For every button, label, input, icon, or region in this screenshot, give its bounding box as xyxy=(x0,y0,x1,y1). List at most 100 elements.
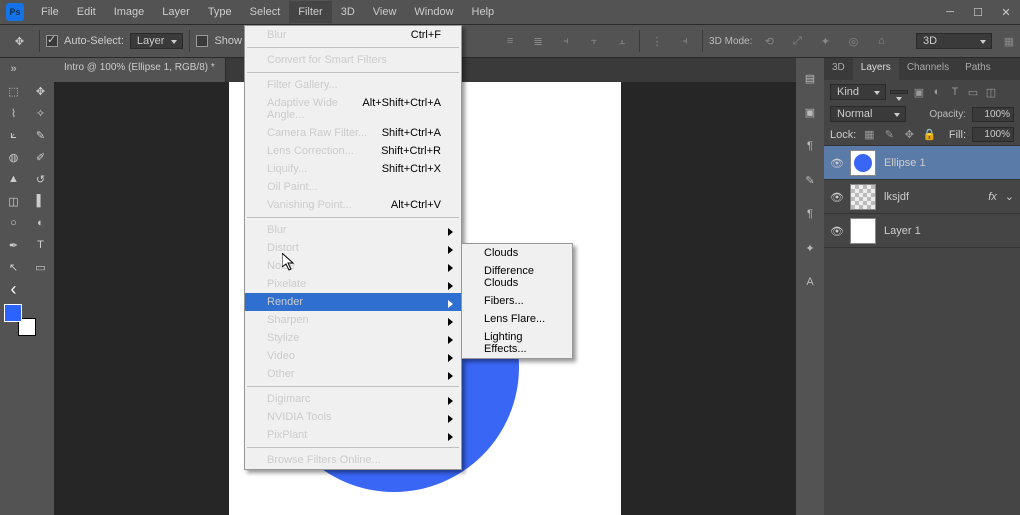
menu-item[interactable]: Camera Raw Filter...Shift+Ctrl+A xyxy=(245,124,461,142)
menu-item[interactable]: Stylize xyxy=(245,329,461,347)
brush-tool[interactable]: ✐ xyxy=(27,146,54,168)
layer-row[interactable]: 👁lksjdffx ⌄ xyxy=(824,180,1020,214)
blur-tool[interactable]: ○ xyxy=(0,212,27,234)
auto-select-checkbox[interactable] xyxy=(46,35,58,47)
pen-tool[interactable]: ✒ xyxy=(0,234,27,256)
eyedropper-tool[interactable]: ✎ xyxy=(27,124,54,146)
kind-dropdown-icon[interactable] xyxy=(890,90,908,94)
align-icon[interactable]: ≣ xyxy=(527,30,549,52)
align-icon[interactable]: ≡ xyxy=(499,30,521,52)
eraser-tool[interactable]: ◫ xyxy=(0,190,27,212)
menu-item[interactable]: Digimarc xyxy=(245,390,461,408)
close-button[interactable]: ✕ xyxy=(992,3,1020,21)
settings-icon[interactable]: ✦ xyxy=(800,238,820,258)
menu-image[interactable]: Image xyxy=(105,1,154,23)
heal-tool[interactable]: ◍ xyxy=(0,146,27,168)
adjust-filter-icon[interactable]: ◐ xyxy=(930,85,944,99)
maximize-button[interactable]: ☐ xyxy=(964,3,992,21)
panel-tab-layers[interactable]: Layers xyxy=(853,58,899,80)
align-icon[interactable]: ⫞ xyxy=(555,30,577,52)
submenu-item[interactable]: Lens Flare... xyxy=(462,310,572,328)
menu-item[interactable]: Other xyxy=(245,365,461,383)
menu-item[interactable]: Oil Paint... xyxy=(245,178,461,196)
layer-row[interactable]: 👁Layer 1 xyxy=(824,214,1020,248)
lock-brush-icon[interactable]: ✎ xyxy=(882,128,896,142)
menu-file[interactable]: File xyxy=(32,1,68,23)
document-tab[interactable]: Intro @ 100% (Ellipse 1, RGB/8) * xyxy=(54,58,226,82)
crop-tool[interactable]: ⟀ xyxy=(0,124,27,146)
menu-item[interactable]: PixPlant xyxy=(245,426,461,444)
type-filter-icon[interactable]: T xyxy=(948,85,962,99)
show-transform-checkbox[interactable] xyxy=(196,35,208,47)
shape-tool[interactable]: ▭ xyxy=(27,256,54,278)
wand-tool[interactable]: ✧ xyxy=(27,102,54,124)
panel-tab-paths[interactable]: Paths xyxy=(957,58,999,80)
marquee-tool[interactable]: ⬚ xyxy=(0,80,27,102)
3d-icon[interactable]: ⤢ xyxy=(786,30,808,52)
path-tool[interactable]: ↖ xyxy=(0,256,27,278)
menu-type[interactable]: Type xyxy=(199,1,241,23)
menu-layer[interactable]: Layer xyxy=(153,1,199,23)
move-tool[interactable]: ✥ xyxy=(27,80,54,102)
stamp-tool[interactable]: ▲ xyxy=(0,168,27,190)
gradient-tool[interactable]: ▌ xyxy=(27,190,54,212)
distribute-icon[interactable]: ⋮ xyxy=(646,30,668,52)
3d-icon[interactable]: ◎ xyxy=(842,30,864,52)
fx-badge[interactable]: fx xyxy=(988,191,997,203)
minimize-button[interactable]: ─ xyxy=(936,3,964,21)
submenu-item[interactable]: Clouds xyxy=(462,244,572,262)
menu-item[interactable]: Liquify...Shift+Ctrl+X xyxy=(245,160,461,178)
menu-item[interactable]: Adaptive Wide Angle...Alt+Shift+Ctrl+A xyxy=(245,94,461,124)
chevron-icon[interactable]: » xyxy=(0,58,27,80)
shape-filter-icon[interactable]: ▭ xyxy=(966,85,980,99)
menu-item[interactable]: BlurCtrl+F xyxy=(245,26,461,44)
menu-edit[interactable]: Edit xyxy=(68,1,105,23)
history-brush-tool[interactable]: ↺ xyxy=(27,168,54,190)
menu-filter[interactable]: Filter xyxy=(289,1,331,23)
move-tool-icon[interactable]: ✥ xyxy=(6,30,33,52)
3d-icon[interactable]: ✦ xyxy=(814,30,836,52)
auto-select-dropdown[interactable]: Layer xyxy=(130,33,184,49)
submenu-item[interactable]: Fibers... xyxy=(462,292,572,310)
3d-icon[interactable]: ⌂ xyxy=(870,30,892,52)
visibility-icon[interactable]: 👁 xyxy=(830,157,842,169)
align-icon[interactable]: ⫠ xyxy=(611,30,633,52)
color-swatches[interactable] xyxy=(4,304,38,338)
panel-tab-channels[interactable]: Channels xyxy=(899,58,957,80)
opacity-field[interactable]: 100% xyxy=(972,107,1014,122)
fill-field[interactable]: 100% xyxy=(972,127,1014,142)
menu-item[interactable]: Sharpen xyxy=(245,311,461,329)
3d-dropdown[interactable]: 3D xyxy=(916,33,992,49)
type-tool[interactable]: T xyxy=(27,234,54,256)
dodge-tool[interactable]: ◐ xyxy=(27,212,54,234)
char-icon[interactable]: ¶ xyxy=(800,136,820,156)
menu-window[interactable]: Window xyxy=(405,1,462,23)
menu-view[interactable]: View xyxy=(364,1,406,23)
panel-tab-3d[interactable]: 3D xyxy=(824,58,853,80)
menu-item[interactable]: Filter Gallery... xyxy=(245,76,461,94)
submenu-item[interactable]: Difference Clouds xyxy=(462,262,572,292)
paragraph-icon[interactable]: ¶ xyxy=(800,204,820,224)
lasso-tool[interactable]: ⌇ xyxy=(0,102,27,124)
lock-position-icon[interactable]: ✥ xyxy=(902,128,916,142)
menu-item[interactable]: NVIDIA Tools xyxy=(245,408,461,426)
smart-filter-icon[interactable]: ◫ xyxy=(984,85,998,99)
menu-item[interactable]: Convert for Smart Filters xyxy=(245,51,461,69)
menu-item[interactable]: Blur xyxy=(245,221,461,239)
menu-item[interactable]: Pixelate xyxy=(245,275,461,293)
type-panel-icon[interactable]: A xyxy=(800,272,820,292)
menu-item[interactable]: Browse Filters Online... xyxy=(245,451,461,469)
visibility-icon[interactable]: 👁 xyxy=(830,191,842,203)
layer-row[interactable]: 👁Ellipse 1 xyxy=(824,146,1020,180)
menu-item[interactable]: Noise xyxy=(245,257,461,275)
visibility-icon[interactable]: 👁 xyxy=(830,225,842,237)
align-icon[interactable]: ⫟ xyxy=(583,30,605,52)
menu-item[interactable]: Lens Correction...Shift+Ctrl+R xyxy=(245,142,461,160)
filter-kind-dropdown[interactable]: Kind xyxy=(830,84,886,100)
menu-3d[interactable]: 3D xyxy=(332,1,364,23)
menu-item[interactable]: Render xyxy=(245,293,461,311)
image-filter-icon[interactable]: ▣ xyxy=(912,85,926,99)
menu-item[interactable]: Video xyxy=(245,347,461,365)
3d-icon[interactable]: ⟲ xyxy=(758,30,780,52)
brush-icon[interactable]: ✎ xyxy=(800,170,820,190)
